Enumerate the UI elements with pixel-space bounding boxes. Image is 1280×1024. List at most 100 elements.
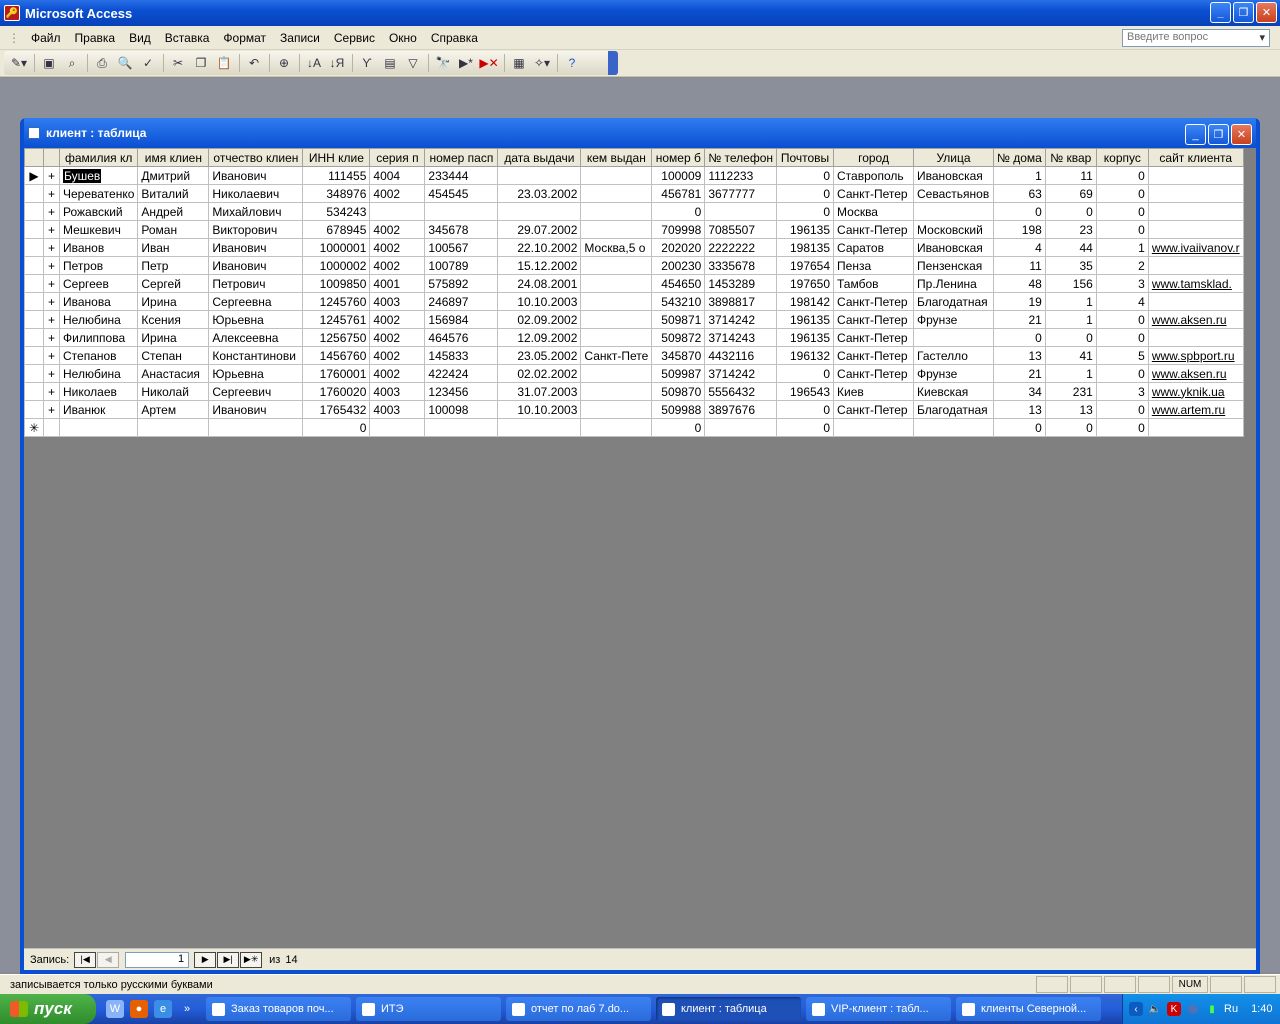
menu-records[interactable]: Записи <box>273 31 327 45</box>
table-cell[interactable]: Артем <box>137 400 210 419</box>
table-cell[interactable]: 10.10.2003 <box>497 400 582 419</box>
column-header[interactable]: номер б <box>651 148 706 167</box>
table-cell[interactable]: 4002 <box>369 328 426 347</box>
table-cell[interactable] <box>580 256 653 275</box>
table-cell[interactable]: Дмитрий <box>137 166 210 185</box>
table-cell[interactable] <box>913 202 995 221</box>
table-cell[interactable]: 7085507 <box>704 220 778 239</box>
menu-file[interactable]: Файл <box>24 31 68 45</box>
row-selector[interactable] <box>24 274 44 293</box>
table-cell[interactable]: 12.09.2002 <box>497 328 582 347</box>
search-file-icon[interactable]: ⌕ <box>61 52 83 74</box>
table-cell[interactable]: 196135 <box>776 220 835 239</box>
cut-icon[interactable]: ✂ <box>167 52 189 74</box>
table-cell[interactable]: Сергеевна <box>208 292 304 311</box>
table-cell[interactable]: Сергей <box>137 274 210 293</box>
table-cell[interactable]: 422424 <box>424 364 499 383</box>
expand-subdatasheet-icon[interactable]: + <box>43 346 60 365</box>
table-cell[interactable]: Сергеевич <box>208 382 304 401</box>
table-cell[interactable]: 0 <box>651 418 706 437</box>
table-cell[interactable]: 3714242 <box>704 364 778 383</box>
table-cell[interactable]: 44 <box>1044 238 1097 257</box>
language-indicator[interactable]: Ru <box>1224 1003 1238 1015</box>
table-cell[interactable]: 02.02.2002 <box>497 364 582 383</box>
column-header[interactable]: город <box>833 148 915 167</box>
table-cell[interactable]: 575892 <box>424 274 499 293</box>
table-cell[interactable]: Санкт-Петер <box>833 400 915 419</box>
table-cell[interactable]: 509871 <box>651 310 706 329</box>
table-cell[interactable]: 196543 <box>776 382 835 401</box>
table-cell[interactable]: 198142 <box>776 292 835 311</box>
table-row[interactable]: + Иванова Ирина Сергеевна 1245760 4003 246897 1… <box>24 292 1244 311</box>
spelling-icon[interactable]: ✓ <box>137 52 159 74</box>
table-cell[interactable]: 509987 <box>651 364 706 383</box>
table-cell[interactable] <box>1147 418 1244 437</box>
firefox-icon[interactable]: ● <box>130 1000 148 1018</box>
next-record-button[interactable]: ▶ <box>194 951 217 968</box>
table-cell[interactable]: 196132 <box>776 346 835 365</box>
antivirus-icon[interactable]: K <box>1167 1002 1181 1016</box>
table-cell[interactable]: 231 <box>1044 382 1097 401</box>
column-header[interactable]: номер пасп <box>424 148 499 167</box>
table-cell[interactable]: www.spbport.ru <box>1147 346 1244 365</box>
row-selector[interactable]: ▶ <box>24 166 44 185</box>
table-cell[interactable]: 13 <box>993 400 1046 419</box>
menu-tools[interactable]: Сервис <box>327 31 382 45</box>
table-cell[interactable]: 0 <box>302 418 371 437</box>
column-header[interactable]: дата выдачи <box>497 148 582 167</box>
table-cell[interactable]: 02.09.2002 <box>497 310 582 329</box>
table-cell[interactable]: Ирина <box>137 292 210 311</box>
table-cell[interactable]: 0 <box>776 184 835 203</box>
table-cell[interactable] <box>1147 202 1244 221</box>
table-cell[interactable]: 197650 <box>776 274 835 293</box>
save-icon[interactable]: ▣ <box>38 52 60 74</box>
word-icon[interactable]: W <box>106 1000 124 1018</box>
table-cell[interactable]: Николай <box>137 382 210 401</box>
table-cell[interactable]: Череватенко <box>58 184 139 203</box>
table-cell[interactable]: 69 <box>1044 184 1097 203</box>
column-header[interactable]: фамилия кл <box>58 148 139 167</box>
table-cell[interactable] <box>497 202 582 221</box>
table-cell[interactable] <box>704 418 778 437</box>
table-cell[interactable]: Иванович <box>208 400 304 419</box>
table-cell[interactable]: 197654 <box>776 256 835 275</box>
table-cell[interactable]: Иванюк <box>58 400 139 419</box>
table-cell[interactable]: 4004 <box>369 166 426 185</box>
table-cell[interactable]: 0 <box>1095 328 1149 347</box>
table-cell[interactable] <box>369 202 426 221</box>
table-cell[interactable]: Киев <box>833 382 915 401</box>
table-cell[interactable]: Севастьянов <box>913 184 995 203</box>
table-cell[interactable]: 1 <box>1044 310 1097 329</box>
table-cell[interactable]: 202020 <box>651 238 706 257</box>
new-record-icon[interactable]: ▶* <box>455 52 477 74</box>
table-cell[interactable]: 200230 <box>651 256 706 275</box>
table-cell[interactable] <box>580 418 653 437</box>
expand-subdatasheet-icon[interactable]: + <box>43 274 60 293</box>
table-cell[interactable]: Роман <box>137 220 210 239</box>
table-cell[interactable]: 23.05.2002 <box>497 346 582 365</box>
table-cell[interactable]: 1000001 <box>302 238 371 257</box>
last-record-button[interactable]: ▶| <box>217 951 240 968</box>
table-cell[interactable]: 41 <box>1044 346 1097 365</box>
table-cell[interactable] <box>1147 220 1244 239</box>
table-cell[interactable] <box>497 166 582 185</box>
table-cell[interactable]: Московский <box>913 220 995 239</box>
table-cell[interactable]: 4002 <box>369 310 426 329</box>
menu-edit[interactable]: Правка <box>68 31 123 45</box>
table-cell[interactable]: 4003 <box>369 382 426 401</box>
table-cell[interactable]: Николаевич <box>208 184 304 203</box>
table-cell[interactable]: 0 <box>776 364 835 383</box>
hyperlink-icon[interactable]: ⊕ <box>273 52 295 74</box>
table-cell[interactable]: 0 <box>993 202 1046 221</box>
row-selector[interactable]: ✳ <box>24 418 44 437</box>
table-cell[interactable]: 100009 <box>651 166 706 185</box>
table-cell[interactable]: 4002 <box>369 184 426 203</box>
select-all-corner[interactable] <box>24 148 44 167</box>
table-cell[interactable]: 509988 <box>651 400 706 419</box>
table-cell[interactable]: Иванович <box>208 256 304 275</box>
table-cell[interactable]: 233444 <box>424 166 499 185</box>
table-cell[interactable]: 0 <box>1095 220 1149 239</box>
taskbar-button[interactable]: клиент : таблица <box>656 997 801 1021</box>
record-number-input[interactable]: 1 <box>125 951 190 968</box>
table-cell[interactable]: 543210 <box>651 292 706 311</box>
